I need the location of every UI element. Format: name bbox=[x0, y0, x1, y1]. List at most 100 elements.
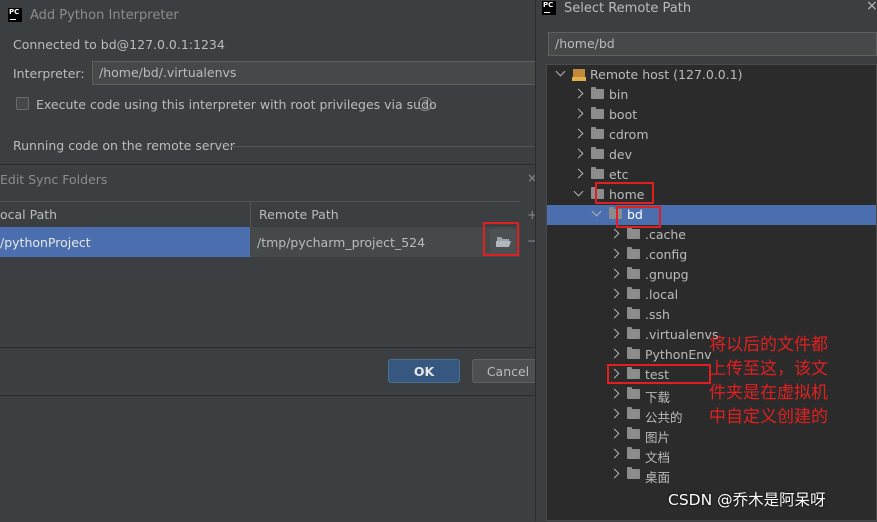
pycharm-logo-icon: PC bbox=[8, 8, 22, 22]
chevron-right-icon[interactable] bbox=[573, 128, 584, 139]
watermark: CSDN @乔木是阿呆呀 bbox=[668, 491, 826, 509]
tree-item-dot-ssh[interactable]: .ssh bbox=[547, 305, 876, 325]
annotation-line: 中自定义创建的 bbox=[709, 407, 828, 427]
highlight-browse-box bbox=[483, 222, 519, 256]
sync-folders-title: Edit Sync Folders bbox=[0, 172, 108, 187]
folder-icon bbox=[627, 267, 640, 279]
tree-item-label: cdrom bbox=[609, 127, 649, 142]
remote-path-input-value: /home/bd bbox=[555, 36, 615, 51]
interpreter-value: /home/bd/.virtualenvs bbox=[99, 65, 237, 80]
folder-icon bbox=[627, 447, 640, 459]
annotation-line: 将以后的文件都 bbox=[709, 335, 828, 355]
tree-item-label: boot bbox=[609, 107, 638, 122]
folder-icon bbox=[627, 427, 640, 439]
tree-item-label: .config bbox=[645, 247, 688, 262]
folder-icon bbox=[591, 147, 604, 159]
right-titlebar: PC Select Remote Path bbox=[542, 0, 691, 16]
tree-item-桌面[interactable]: 桌面 bbox=[547, 465, 876, 485]
sudo-checkbox-label: Execute code using this interpreter with… bbox=[36, 97, 437, 112]
remote-path-header[interactable]: Remote Path bbox=[259, 207, 339, 222]
tree-item-dot-config[interactable]: .config bbox=[547, 245, 876, 265]
chevron-right-icon[interactable] bbox=[573, 88, 584, 99]
tree-item-label: bin bbox=[609, 87, 629, 102]
tree-item-label: PythonEnv bbox=[645, 347, 712, 362]
folder-icon bbox=[627, 467, 640, 479]
folder-icon bbox=[591, 167, 604, 179]
folder-icon bbox=[627, 227, 640, 239]
chevron-right-icon[interactable] bbox=[609, 288, 620, 299]
tree-item-dev[interactable]: dev bbox=[547, 145, 876, 165]
close-icon[interactable]: × bbox=[866, 0, 877, 14]
tree-item-boot[interactable]: boot bbox=[547, 105, 876, 125]
tree-item-label: 桌面 bbox=[645, 470, 671, 485]
panel-bottom-separator bbox=[0, 347, 535, 348]
tree-item-label: .local bbox=[645, 287, 679, 302]
chevron-down-icon[interactable] bbox=[573, 186, 584, 197]
tree-item-label: dev bbox=[609, 147, 633, 162]
chevron-right-icon[interactable] bbox=[609, 448, 620, 459]
remote-path-value[interactable]: /tmp/pycharm_project_524 bbox=[257, 235, 425, 250]
tree-item-bin[interactable]: bin bbox=[547, 85, 876, 105]
folder-icon bbox=[627, 327, 640, 339]
sudo-checkbox[interactable] bbox=[16, 97, 29, 110]
tree-root-label: Remote host (127.0.0.1) bbox=[590, 67, 743, 82]
folder-icon bbox=[627, 287, 640, 299]
tree-item-label: .virtualenvs bbox=[645, 327, 719, 342]
chevron-right-icon[interactable] bbox=[609, 268, 620, 279]
chevron-down-icon[interactable] bbox=[555, 66, 566, 77]
running-section-title: Running code on the remote server bbox=[13, 138, 235, 153]
tree-item-文档[interactable]: 文档 bbox=[547, 445, 876, 465]
remote-file-tree[interactable]: Remote host (127.0.0.1) bin boot cdrom dev e… bbox=[546, 64, 877, 521]
left-titlebar: PC Add Python Interpreter bbox=[8, 0, 528, 30]
help-icon[interactable]: ? bbox=[418, 97, 432, 111]
tree-item-label: 公共的 bbox=[645, 410, 683, 425]
background-window-area bbox=[0, 395, 535, 522]
folder-icon bbox=[627, 387, 640, 399]
chevron-right-icon[interactable] bbox=[609, 388, 620, 399]
pycharm-logo-icon: PC bbox=[542, 1, 556, 15]
tree-item-bd[interactable]: bd bbox=[547, 205, 876, 225]
remote-path-input[interactable]: /home/bd bbox=[548, 32, 877, 56]
folder-icon bbox=[627, 307, 640, 319]
tree-item-label: .cache bbox=[645, 227, 686, 242]
interpreter-field[interactable]: /home/bd/.virtualenvs bbox=[92, 61, 537, 85]
tree-item-cdrom[interactable]: cdrom bbox=[547, 125, 876, 145]
connected-text: Connected to bd@127.0.0.1:1234 bbox=[13, 37, 225, 52]
annotation-line: 件夹是在虚拟机 bbox=[709, 383, 828, 403]
chevron-right-icon[interactable] bbox=[609, 428, 620, 439]
folder-icon bbox=[591, 107, 604, 119]
folder-icon bbox=[627, 407, 640, 419]
tree-item-dot-gnupg[interactable]: .gnupg bbox=[547, 265, 876, 285]
chevron-right-icon[interactable] bbox=[609, 308, 620, 319]
folder-icon bbox=[627, 347, 640, 359]
sync-folders-panel bbox=[0, 164, 535, 350]
tree-item-label: etc bbox=[609, 167, 629, 182]
cancel-button[interactable]: Cancel bbox=[472, 359, 544, 383]
chevron-right-icon[interactable] bbox=[573, 108, 584, 119]
highlight-test-box bbox=[607, 364, 711, 384]
folder-icon bbox=[627, 247, 640, 259]
chevron-right-icon[interactable] bbox=[573, 148, 584, 159]
tree-item-label: 图片 bbox=[645, 430, 671, 445]
tree-item-label: .ssh bbox=[645, 307, 670, 322]
tree-item-dot-cache[interactable]: .cache bbox=[547, 225, 876, 245]
chevron-right-icon[interactable] bbox=[609, 348, 620, 359]
chevron-right-icon[interactable] bbox=[609, 228, 620, 239]
chevron-down-icon[interactable] bbox=[591, 206, 602, 217]
highlight-home-box bbox=[595, 182, 654, 204]
chevron-right-icon[interactable] bbox=[609, 408, 620, 419]
local-path-header[interactable]: ocal Path bbox=[0, 207, 57, 222]
local-path-cell[interactable]: /pythonProject bbox=[0, 227, 250, 257]
tree-item-label: .gnupg bbox=[645, 267, 689, 282]
chevron-right-icon[interactable] bbox=[573, 168, 584, 179]
tree-root-row[interactable]: Remote host (127.0.0.1) bbox=[547, 65, 876, 85]
interpreter-label: Interpreter: bbox=[13, 66, 85, 81]
chevron-right-icon[interactable] bbox=[609, 328, 620, 339]
annotation-line: 上传至这，该文 bbox=[709, 359, 828, 379]
chevron-right-icon[interactable] bbox=[609, 468, 620, 479]
add-python-interpreter-dialog: PC Add Python Interpreter Connected to b… bbox=[0, 0, 544, 522]
tree-item-dot-local[interactable]: .local bbox=[547, 285, 876, 305]
ok-button[interactable]: OK bbox=[388, 359, 460, 383]
section-separator bbox=[226, 146, 535, 147]
chevron-right-icon[interactable] bbox=[609, 248, 620, 259]
